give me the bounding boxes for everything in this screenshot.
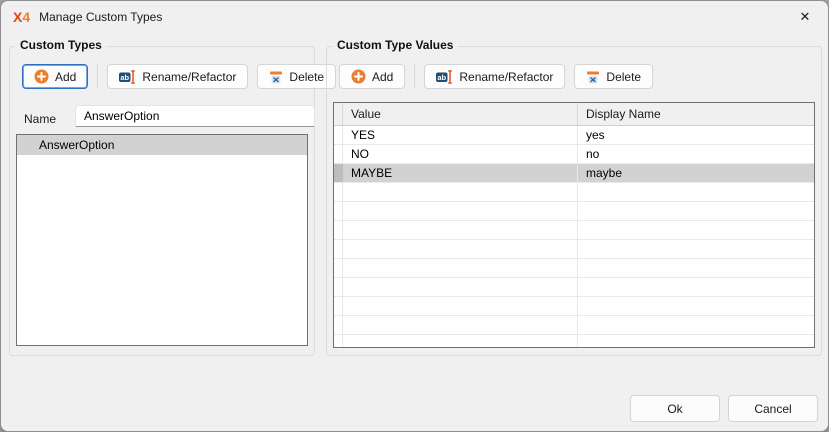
name-label: Name bbox=[24, 108, 56, 130]
table-cell-value[interactable] bbox=[343, 278, 578, 296]
table-cell-value[interactable]: NO bbox=[343, 145, 578, 163]
table-cell-display-name[interactable] bbox=[578, 240, 814, 258]
table-cell-display-name[interactable]: maybe bbox=[578, 164, 814, 182]
column-header-value[interactable]: Value bbox=[343, 103, 578, 125]
add-icon bbox=[34, 69, 49, 84]
table-row-empty[interactable] bbox=[334, 335, 814, 348]
values-table-body: YESyesNOnoMAYBEmaybe bbox=[334, 126, 814, 348]
row-header-cell[interactable] bbox=[334, 240, 343, 258]
type-name-input[interactable] bbox=[75, 105, 315, 127]
table-cell-display-name[interactable] bbox=[578, 221, 814, 239]
add-type-button[interactable]: Add bbox=[22, 64, 88, 89]
svg-text:ab: ab bbox=[438, 72, 447, 81]
rename-type-button[interactable]: ab Rename/Refactor bbox=[107, 64, 248, 89]
table-cell-value[interactable]: YES bbox=[343, 126, 578, 144]
app-logo: X4 bbox=[13, 9, 30, 25]
table-cell-value[interactable] bbox=[343, 316, 578, 334]
delete-value-label: Delete bbox=[606, 70, 641, 84]
delete-type-label: Delete bbox=[289, 70, 324, 84]
table-cell-display-name[interactable] bbox=[578, 259, 814, 277]
row-header-cell[interactable] bbox=[334, 316, 343, 334]
table-cell-display-name[interactable] bbox=[578, 316, 814, 334]
list-item[interactable]: AnswerOption bbox=[17, 135, 307, 155]
rename-type-label: Rename/Refactor bbox=[142, 70, 236, 84]
toolbar-separator bbox=[97, 64, 98, 89]
row-header-cell[interactable] bbox=[334, 259, 343, 277]
table-cell-value[interactable] bbox=[343, 259, 578, 277]
table-row-empty[interactable] bbox=[334, 316, 814, 335]
delete-icon bbox=[269, 70, 283, 84]
delete-icon bbox=[586, 70, 600, 84]
table-row-empty[interactable] bbox=[334, 240, 814, 259]
add-value-label: Add bbox=[372, 70, 393, 84]
table-row[interactable]: YESyes bbox=[334, 126, 814, 145]
values-table-header: Value Display Name bbox=[334, 103, 814, 126]
logo-4: 4 bbox=[22, 9, 30, 25]
manage-custom-types-dialog: X4 Manage Custom Types ✕ Custom Types Ad… bbox=[0, 0, 829, 432]
toolbar-separator bbox=[414, 64, 415, 89]
svg-text:ab: ab bbox=[121, 72, 130, 81]
logo-x: X bbox=[13, 9, 22, 25]
custom-types-group: Custom Types Add ab Rename/Refactor Dele… bbox=[9, 46, 315, 356]
add-value-button[interactable]: Add bbox=[339, 64, 405, 89]
custom-type-values-toolbar: Add ab Rename/Refactor Delete bbox=[339, 64, 653, 89]
row-header-cell[interactable] bbox=[334, 297, 343, 315]
values-table: Value Display Name YESyesNOnoMAYBEmaybe bbox=[333, 102, 815, 348]
table-cell-display-name[interactable] bbox=[578, 183, 814, 201]
row-header-cell[interactable] bbox=[334, 183, 343, 201]
table-row-empty[interactable] bbox=[334, 183, 814, 202]
rename-icon: ab bbox=[436, 70, 453, 84]
row-header-cell[interactable] bbox=[334, 164, 343, 182]
table-row-empty[interactable] bbox=[334, 221, 814, 240]
row-header-cell[interactable] bbox=[334, 221, 343, 239]
custom-type-values-group: Custom Type Values Add ab Rename/Refacto… bbox=[326, 46, 822, 356]
row-header-cell[interactable] bbox=[334, 126, 343, 144]
delete-value-button[interactable]: Delete bbox=[574, 64, 653, 89]
table-row-empty[interactable] bbox=[334, 202, 814, 221]
table-cell-value[interactable] bbox=[343, 335, 578, 348]
row-header-cell[interactable] bbox=[334, 145, 343, 163]
custom-types-group-label: Custom Types bbox=[15, 38, 107, 52]
row-header-cell[interactable] bbox=[334, 335, 343, 348]
table-cell-value[interactable] bbox=[343, 221, 578, 239]
title-bar: X4 Manage Custom Types ✕ bbox=[1, 1, 828, 33]
close-icon[interactable]: ✕ bbox=[782, 1, 828, 33]
custom-types-list[interactable]: AnswerOption bbox=[16, 134, 308, 346]
table-cell-value[interactable] bbox=[343, 240, 578, 258]
row-header-cell[interactable] bbox=[334, 202, 343, 220]
table-row-empty[interactable] bbox=[334, 297, 814, 316]
table-cell-display-name[interactable] bbox=[578, 278, 814, 296]
table-row-empty[interactable] bbox=[334, 278, 814, 297]
table-cell-value[interactable] bbox=[343, 183, 578, 201]
ok-button[interactable]: Ok bbox=[630, 395, 720, 422]
cancel-button[interactable]: Cancel bbox=[728, 395, 818, 422]
rename-icon: ab bbox=[119, 70, 136, 84]
table-row[interactable]: MAYBEmaybe bbox=[334, 164, 814, 183]
table-cell-value[interactable]: MAYBE bbox=[343, 164, 578, 182]
add-type-label: Add bbox=[55, 70, 76, 84]
add-icon bbox=[351, 69, 366, 84]
table-cell-value[interactable] bbox=[343, 202, 578, 220]
custom-types-toolbar: Add ab Rename/Refactor Delete bbox=[22, 64, 336, 89]
rename-value-button[interactable]: ab Rename/Refactor bbox=[424, 64, 565, 89]
table-cell-display-name[interactable] bbox=[578, 202, 814, 220]
table-cell-display-name[interactable]: yes bbox=[578, 126, 814, 144]
delete-type-button[interactable]: Delete bbox=[257, 64, 336, 89]
table-cell-value[interactable] bbox=[343, 297, 578, 315]
table-cell-display-name[interactable] bbox=[578, 335, 814, 348]
column-header-display-name[interactable]: Display Name bbox=[578, 103, 814, 125]
row-header-corner bbox=[334, 103, 343, 125]
table-row[interactable]: NOno bbox=[334, 145, 814, 164]
window-title: Manage Custom Types bbox=[39, 10, 162, 24]
table-row-empty[interactable] bbox=[334, 259, 814, 278]
row-header-cell[interactable] bbox=[334, 278, 343, 296]
custom-type-values-group-label: Custom Type Values bbox=[332, 38, 458, 52]
rename-value-label: Rename/Refactor bbox=[459, 70, 553, 84]
table-cell-display-name[interactable] bbox=[578, 297, 814, 315]
table-cell-display-name[interactable]: no bbox=[578, 145, 814, 163]
